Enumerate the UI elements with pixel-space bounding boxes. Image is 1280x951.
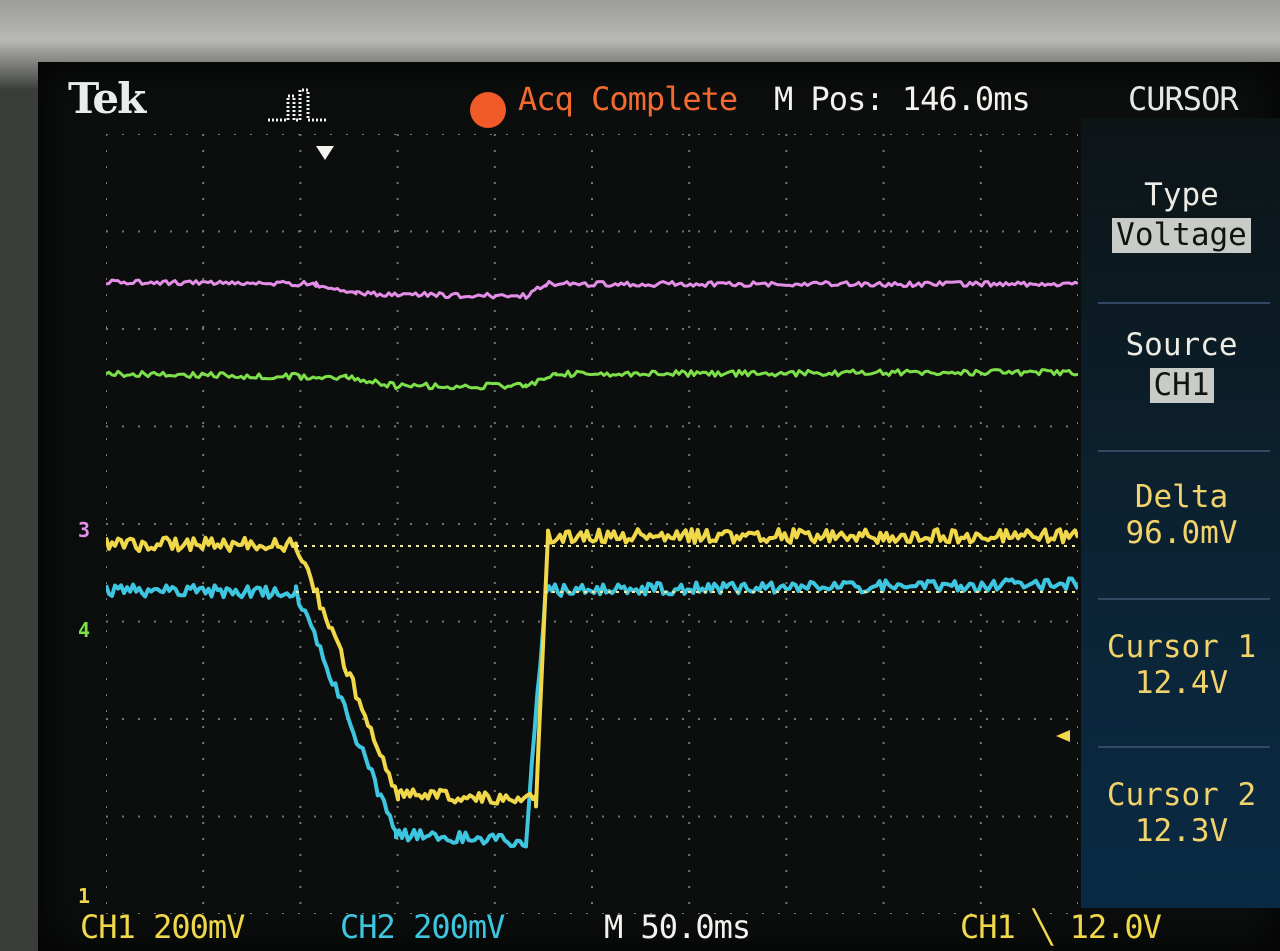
delta-value: 96.0mV — [1083, 516, 1280, 552]
menu-divider — [1098, 746, 1270, 748]
delta-label: Delta — [1083, 480, 1280, 516]
cursor1-label: Cursor 1 — [1083, 630, 1280, 666]
menu-divider — [1098, 598, 1270, 600]
ch1-scale: CH1 200mV — [80, 908, 244, 946]
source-label: Source — [1083, 328, 1280, 364]
menu-title: CURSOR — [1128, 80, 1238, 118]
type-value: Voltage — [1112, 218, 1251, 254]
type-label: Type — [1083, 178, 1280, 214]
type-menu-item[interactable]: Type Voltage — [1083, 178, 1280, 253]
ch3-ground-marker: 3 — [78, 518, 90, 542]
cursor1-menu-item[interactable]: Cursor 1 12.4V — [1083, 630, 1280, 701]
ch4-trace — [106, 370, 1078, 389]
ch2-scale: CH2 200mV — [340, 908, 504, 946]
ch1-ground-marker: 1 — [78, 884, 90, 908]
trigger-level-icon — [1056, 730, 1070, 742]
cursor2-value: 12.3V — [1083, 814, 1280, 850]
waveform-display — [106, 134, 1078, 914]
cursor2-label: Cursor 2 — [1083, 778, 1280, 814]
ch1-trace — [106, 529, 1078, 806]
trigger-position-icon — [316, 146, 334, 160]
trigger-icon — [264, 86, 344, 126]
source-menu-item[interactable]: Source CH1 — [1083, 328, 1280, 403]
source-value: CH1 — [1150, 368, 1214, 404]
acquisition-status-icon — [470, 92, 506, 128]
delta-menu-item: Delta 96.0mV — [1083, 480, 1280, 551]
cursor2-menu-item[interactable]: Cursor 2 12.3V — [1083, 778, 1280, 849]
ch4-ground-marker: 4 — [78, 618, 90, 642]
cursor1-value: 12.4V — [1083, 666, 1280, 702]
trigger-setting: CH1 ╲ 12.0V — [960, 908, 1161, 946]
oscilloscope-screen: Tek Acq Complete M Pos: 146.0ms CURSOR 3… — [38, 62, 1280, 951]
graticule-grid — [106, 134, 1078, 914]
acquisition-status: Acq Complete — [518, 80, 737, 118]
horizontal-position: M Pos: 146.0ms — [774, 80, 1030, 118]
timebase: M 50.0ms — [604, 908, 750, 946]
brand-logo: Tek — [68, 74, 144, 123]
menu-divider — [1098, 302, 1270, 304]
menu-divider — [1098, 450, 1270, 452]
